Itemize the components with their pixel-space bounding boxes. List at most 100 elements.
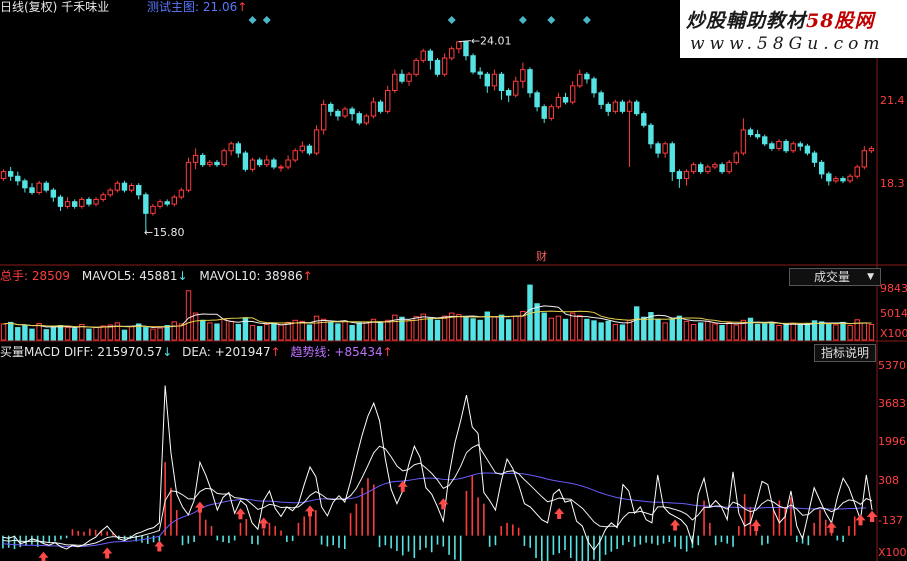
candle — [57, 194, 64, 212]
volume-bar — [328, 321, 334, 341]
volume-bar — [669, 318, 675, 341]
candle-body — [143, 194, 149, 214]
buy-arrow-icon — [154, 540, 165, 552]
candle — [292, 148, 298, 163]
candle — [826, 171, 832, 186]
candle-body — [36, 182, 42, 193]
volume-bar — [641, 316, 647, 341]
buy-arrow-shape — [102, 547, 113, 559]
candle — [463, 41, 469, 61]
down-arrow-icon: ↓ — [177, 269, 188, 283]
volume-bar — [50, 326, 57, 341]
volume-bar — [826, 322, 832, 341]
candle — [242, 150, 249, 172]
up-arrow-icon: ↑ — [270, 345, 281, 359]
candle-body — [605, 103, 611, 112]
candle — [128, 183, 135, 193]
candle-body — [22, 180, 28, 189]
candle — [256, 157, 263, 167]
chevron-down-icon: ▼ — [867, 272, 874, 282]
candle — [434, 58, 441, 77]
candle-body — [776, 140, 782, 149]
volume-bar — [790, 322, 796, 341]
candle — [705, 164, 711, 174]
buy-arrow-shape — [751, 520, 762, 532]
candle — [36, 180, 42, 195]
candle-body — [171, 196, 177, 205]
candle — [157, 199, 163, 209]
volume-bar — [264, 323, 270, 341]
price-axis-tick: 21.4 — [880, 94, 905, 107]
candle-body — [641, 113, 647, 126]
candle-body — [413, 59, 419, 75]
candle-body — [128, 185, 135, 191]
volume-panel — [0, 284, 875, 341]
candle — [534, 90, 540, 112]
buy-arrow-icon — [305, 505, 316, 517]
candle — [719, 162, 725, 174]
buy-arrow-shape — [826, 521, 837, 533]
volume-bar — [86, 328, 92, 341]
macd-header: 买量MACD DIFF: 215970.57↓ DEA: +201947↑ 趋势… — [0, 345, 393, 359]
candle-body — [498, 73, 505, 91]
candle — [370, 97, 377, 119]
candle-body — [520, 69, 526, 82]
candle — [548, 104, 555, 121]
buy-arrow-icon — [235, 508, 246, 520]
volume-bar — [441, 315, 448, 341]
volume-bar — [335, 323, 341, 341]
candle-body — [214, 161, 220, 166]
buy-arrow-icon — [102, 547, 113, 559]
candle-body — [100, 194, 106, 200]
candle-body — [833, 178, 839, 182]
volume-bar — [420, 313, 426, 341]
indicator-help-button[interactable]: 指标说明 — [814, 344, 877, 362]
candle — [71, 199, 78, 209]
volume-bar — [192, 312, 199, 341]
candle-body — [811, 152, 818, 163]
finance-marker: 财 — [536, 249, 547, 263]
volume-bar — [43, 329, 49, 341]
candle — [64, 197, 71, 209]
volume-indicator-dropdown[interactable]: 成交量 ▼ — [789, 268, 881, 286]
candle-body — [598, 92, 604, 105]
candle-body — [264, 159, 270, 166]
buy-arrow-shape — [397, 480, 408, 492]
buy-arrow-shape — [438, 498, 449, 510]
candle — [569, 81, 576, 105]
candle-body — [86, 198, 92, 205]
candle — [235, 141, 242, 158]
buy-arrow-shape — [670, 519, 681, 531]
candle-body — [463, 41, 469, 57]
candle — [171, 194, 177, 207]
buy-arrow-icon — [867, 510, 878, 522]
volume-bar — [633, 306, 640, 341]
candle-body — [235, 143, 242, 154]
candle-body — [121, 182, 128, 191]
candle — [100, 192, 106, 202]
candle — [50, 187, 57, 202]
candle — [776, 139, 782, 151]
volume-bar — [491, 316, 498, 341]
volume-bar — [15, 327, 21, 341]
candle — [406, 71, 412, 86]
candle-body — [15, 175, 21, 182]
candle — [15, 171, 21, 186]
candle — [43, 180, 49, 193]
volume-bar — [363, 321, 370, 341]
signal-diamond-icon — [547, 16, 556, 24]
candle-body — [847, 175, 853, 182]
watermark-line1: 炒股輔助教材58股网 — [686, 10, 875, 32]
volume-bar — [698, 322, 704, 341]
candle-body — [221, 150, 227, 166]
candle-body — [762, 136, 768, 145]
buy-arrow-icon — [826, 521, 837, 533]
volume-bar — [100, 325, 106, 341]
volume-bar — [605, 320, 611, 341]
candle — [591, 76, 597, 98]
candle — [747, 127, 754, 137]
volume-bar — [143, 327, 149, 341]
candle-body — [228, 143, 234, 152]
candle — [840, 176, 846, 184]
candle — [320, 99, 327, 135]
